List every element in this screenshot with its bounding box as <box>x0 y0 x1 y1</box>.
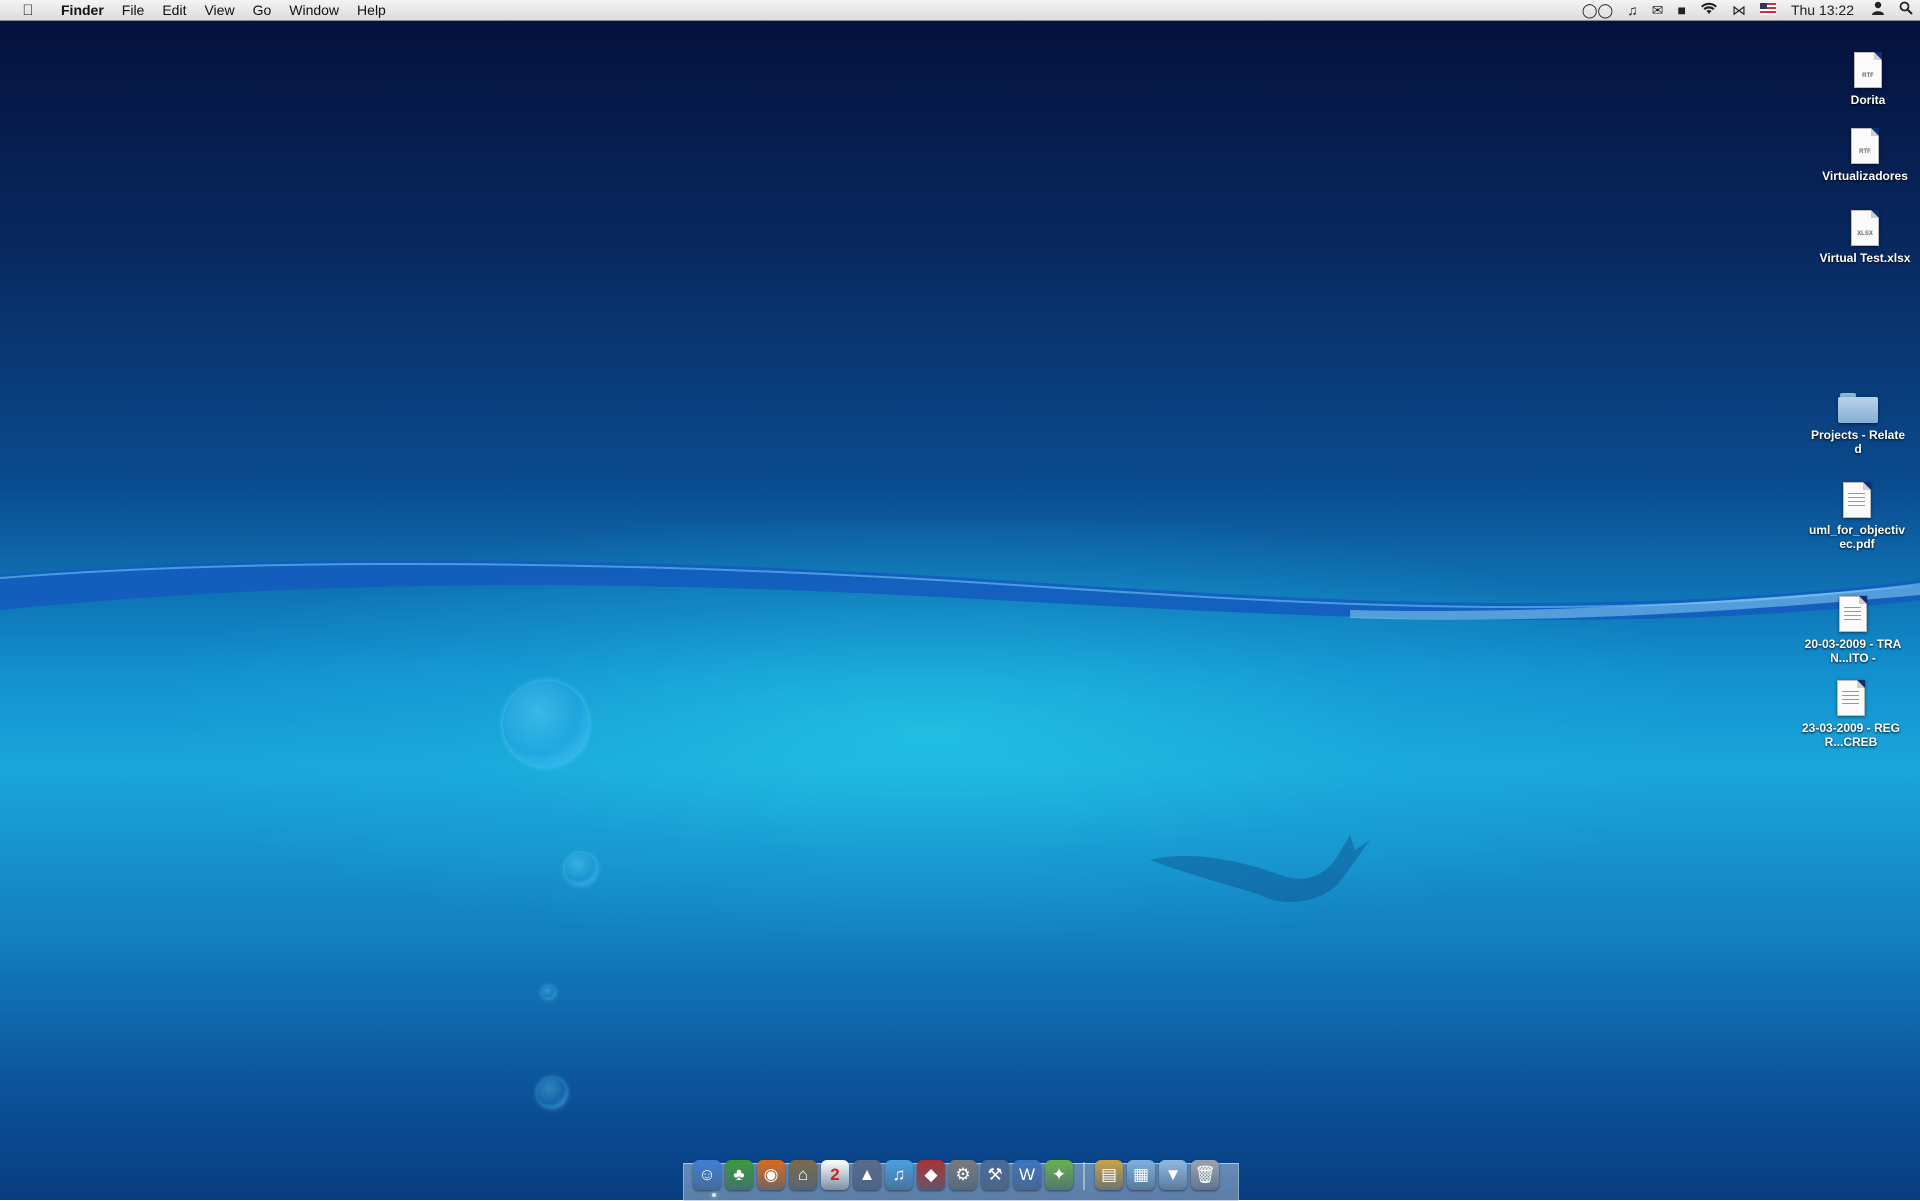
downloads-stack-icon[interactable]: ▼ <box>1159 1160 1187 1190</box>
desktop-icon-label: Projects - Related <box>1810 428 1906 456</box>
menu-go[interactable]: Go <box>244 0 281 21</box>
menu-clock[interactable]: Thu 13:22 <box>1783 0 1864 21</box>
menu-edit[interactable]: Edit <box>153 0 195 21</box>
spotlight-icon[interactable] <box>1892 0 1920 21</box>
menu-bar:  Finder File Edit View Go Window Help ◯… <box>0 0 1920 21</box>
growl-icon[interactable]: ■ <box>1670 0 1692 21</box>
rtf-document-icon: RTF <box>1854 52 1882 88</box>
finder-running-indicator <box>712 1193 716 1197</box>
iphoto-icon[interactable]: ▲ <box>853 1160 881 1190</box>
app-menu-finder[interactable]: Finder <box>52 0 113 21</box>
folder-icon <box>1838 393 1878 423</box>
menu-extras: ◯◯ ♫ ✉ ■ ⋈ Thu 13:22 <box>1575 0 1920 21</box>
mail-icon[interactable]: ✉ <box>1645 0 1671 21</box>
documents-stack-icon[interactable]: ▤ <box>1095 1160 1123 1190</box>
text-document-icon <box>1839 596 1867 632</box>
bubble-large <box>503 681 589 767</box>
utility-icon[interactable]: ✦ <box>1045 1160 1073 1190</box>
bluetooth-icon[interactable]: ⋈ <box>1725 0 1753 21</box>
rtf-document-icon: RTF <box>1851 128 1879 164</box>
xcode-icon[interactable]: ⚒ <box>981 1160 1009 1190</box>
trash-icon[interactable]: 🗑 <box>1191 1160 1219 1190</box>
glasses-icon[interactable]: ◯◯ <box>1575 0 1620 21</box>
desktop-icon-label: uml_for_objectivec.pdf <box>1808 523 1906 551</box>
desktop-icon-label: Dorita <box>1850 93 1886 107</box>
menu-window[interactable]: Window <box>280 0 348 21</box>
finder-icon[interactable]: ☺ <box>693 1160 721 1190</box>
dock: ☺ ♣ ◉ ⌂ 2 ▲ ♫ ◆ ⚙ ⚒ W ✦ ▤ ▦ ▼ 🗑 <box>693 1152 1219 1190</box>
word-icon[interactable]: W <box>1013 1160 1041 1190</box>
desktop-file-dorita[interactable]: RTF Dorita <box>1818 52 1918 107</box>
desktop[interactable] <box>0 0 1920 1200</box>
app-store-icon[interactable]: ◆ <box>917 1160 945 1190</box>
text-document-icon <box>1837 680 1865 716</box>
desktop-folder-projects-related[interactable]: Projects - Related <box>1808 393 1908 456</box>
xlsx-document-icon: XLSX <box>1851 210 1879 246</box>
desktop-icon-label: Virtualizadores <box>1822 169 1908 183</box>
wifi-icon[interactable] <box>1693 0 1725 21</box>
desktop-file-uml-pdf[interactable]: uml_for_objectivec.pdf <box>1807 482 1907 551</box>
pdf-document-icon <box>1843 482 1871 518</box>
desktop-icon-label: 23-03-2009 - REG R...CREB <box>1801 721 1901 749</box>
itunes-icon[interactable]: ♫ <box>885 1160 913 1190</box>
dock-separator <box>1083 1162 1085 1190</box>
menu-view[interactable]: View <box>195 0 243 21</box>
applications-stack-icon[interactable]: ▦ <box>1127 1160 1155 1190</box>
whale-silhouette <box>1150 835 1370 903</box>
adium-icon[interactable]: ♣ <box>725 1160 753 1190</box>
us-flag-icon[interactable] <box>1753 0 1783 21</box>
menu-file[interactable]: File <box>113 0 154 21</box>
firefox-icon[interactable]: ◉ <box>757 1160 785 1190</box>
ical-icon[interactable]: 2 <box>821 1160 849 1190</box>
music-note-icon[interactable]: ♫ <box>1620 0 1645 21</box>
wallpaper-wave <box>0 560 1920 620</box>
apple-menu-icon[interactable]:  <box>16 2 40 19</box>
bubble-small <box>537 1078 567 1108</box>
desktop-file-23-03-2009[interactable]: 23-03-2009 - REG R...CREB <box>1801 680 1901 749</box>
desktop-file-20-03-2009[interactable]: 20-03-2009 - TRAN...ITO - <box>1803 596 1903 665</box>
bubble-medium <box>565 853 597 885</box>
menu-help[interactable]: Help <box>348 0 395 21</box>
system-preferences-icon[interactable]: ⚙ <box>949 1160 977 1190</box>
desktop-icon-label: Virtual Test.xlsx <box>1819 251 1911 265</box>
museum-icon[interactable]: ⌂ <box>789 1160 817 1190</box>
desktop-file-virtualizadores[interactable]: RTF Virtualizadores <box>1815 128 1915 183</box>
desktop-file-virtual-test[interactable]: XLSX Virtual Test.xlsx <box>1815 210 1915 265</box>
user-icon[interactable] <box>1864 0 1892 21</box>
desktop-icon-label: 20-03-2009 - TRAN...ITO - <box>1804 637 1902 665</box>
bubble-tiny <box>542 986 555 999</box>
